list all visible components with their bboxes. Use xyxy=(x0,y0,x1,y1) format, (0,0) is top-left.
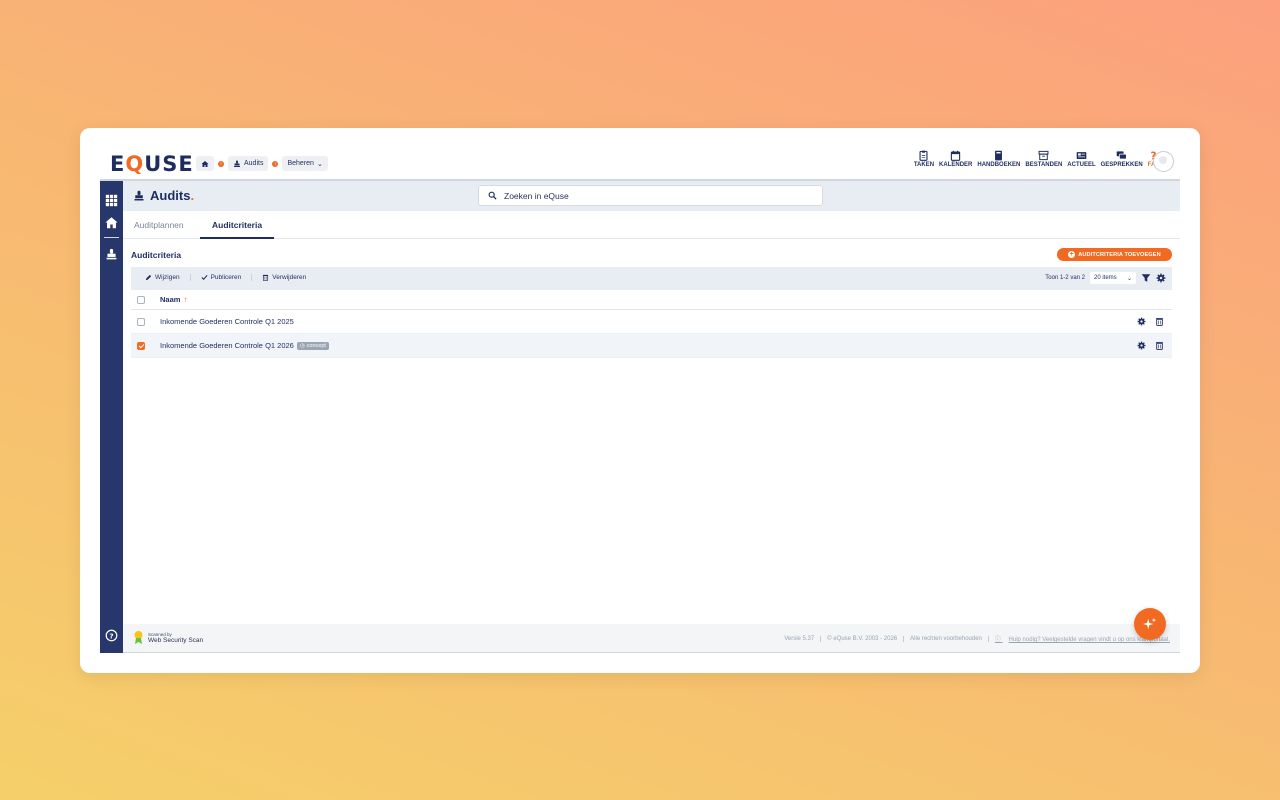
search-icon xyxy=(488,191,497,200)
chevron-down-icon: ⌄ xyxy=(316,160,323,168)
nav-actueel[interactable]: ACTUEEL xyxy=(1067,150,1096,168)
delete-button[interactable]: Verwijderen xyxy=(252,274,316,281)
archive-icon xyxy=(1038,150,1049,161)
home-icon xyxy=(201,160,209,167)
home-icon[interactable] xyxy=(105,216,118,229)
trash-icon xyxy=(263,274,269,281)
column-header-naam[interactable]: Naam ↑ xyxy=(160,295,187,304)
status-badge: ◷ concept xyxy=(296,341,329,350)
search-placeholder: Zoeken in eQuse xyxy=(504,190,569,201)
chevron-right-icon: › xyxy=(272,160,279,167)
equse-logo[interactable]: EQUSE xyxy=(110,152,194,176)
help-circle-icon[interactable]: ? xyxy=(105,629,118,642)
gear-icon[interactable] xyxy=(1137,341,1146,350)
trash-icon[interactable] xyxy=(1155,317,1164,326)
select-all-checkbox[interactable] xyxy=(137,295,145,304)
ai-assistant-button[interactable] xyxy=(1134,608,1166,640)
filter-icon[interactable] xyxy=(1141,273,1151,283)
search-input[interactable]: Zoeken in eQuse xyxy=(478,185,823,206)
newspaper-icon xyxy=(1076,152,1087,159)
gear-icon[interactable] xyxy=(1156,273,1166,283)
auditcriteria-table: Naam ↑ Inkomende Goederen Controle Q1 20… xyxy=(131,290,1172,358)
nav-bestanden[interactable]: BESTANDEN xyxy=(1025,150,1062,168)
stamp-icon[interactable] xyxy=(105,248,118,261)
calendar-icon xyxy=(951,150,961,161)
chevron-down-icon: ⌄ xyxy=(1126,275,1132,282)
gear-icon[interactable] xyxy=(1137,317,1146,326)
rights-text: Alle rechten voorbehouden xyxy=(904,635,989,642)
sidebar-divider xyxy=(104,237,119,238)
breadcrumb-label: Beheren xyxy=(287,160,314,167)
tab-bar: Auditplannen Auditcriteria xyxy=(123,211,1180,239)
row-name[interactable]: Inkomende Goederen Controle Q1 2025 xyxy=(160,317,294,326)
nav-gesprekken[interactable]: GESPREKKEN xyxy=(1101,150,1143,168)
web-security-scan-badge[interactable]: Scanned by Web Security Scan xyxy=(133,630,203,645)
table-row[interactable]: Inkomende Goederen Controle Q1 2026 ◷ con… xyxy=(131,334,1172,358)
breadcrumb-home[interactable] xyxy=(196,156,214,171)
tab-auditcriteria[interactable]: Auditcriteria xyxy=(212,220,262,230)
row-checkbox[interactable] xyxy=(137,341,145,350)
breadcrumb-audits[interactable]: Audits xyxy=(228,156,269,171)
sort-ascending-icon: ↑ xyxy=(183,295,188,304)
page-size-select[interactable]: 20 items ⌄ xyxy=(1090,272,1136,284)
row-checkbox[interactable] xyxy=(137,317,145,326)
svg-text:?: ? xyxy=(109,631,113,640)
plus-circle-icon: + xyxy=(1068,251,1076,258)
top-bar: EQUSE › Audits › Beheren ⌄ TAKEN KALENDE… xyxy=(100,128,1180,181)
clock-icon: ◷ xyxy=(299,342,305,349)
table-header-row: Naam ↑ xyxy=(131,290,1172,310)
check-icon xyxy=(201,274,208,281)
table-toolbar: Wijzigen Publiceren Verwijderen Toon 1-2… xyxy=(131,267,1172,290)
tab-auditplannen[interactable]: Auditplannen xyxy=(134,220,184,230)
breadcrumb-beheren[interactable]: Beheren ⌄ xyxy=(282,156,328,171)
stamp-icon xyxy=(234,160,240,167)
nav-taken[interactable]: TAKEN xyxy=(914,150,934,168)
stamp-icon xyxy=(134,190,144,200)
page-footer: Scanned by Web Security Scan Versie 5.37… xyxy=(123,624,1180,653)
chevron-right-icon: › xyxy=(218,160,224,167)
row-name[interactable]: Inkomende Goederen Controle Q1 2026 ◷ con… xyxy=(160,341,329,350)
pencil-icon xyxy=(145,274,152,281)
app-window: EQUSE › Audits › Beheren ⌄ TAKEN KALENDE… xyxy=(80,128,1200,673)
section-title: Auditcriteria xyxy=(131,250,182,260)
page-title: Audits. xyxy=(133,188,194,203)
publish-button[interactable]: Publiceren xyxy=(191,274,253,281)
user-avatar[interactable] xyxy=(1153,151,1174,172)
breadcrumb: › Audits › Beheren ⌄ xyxy=(196,156,328,171)
edit-button[interactable]: Wijzigen xyxy=(145,274,191,281)
book-icon xyxy=(995,150,1003,161)
result-count: Toon 1-2 van 2 xyxy=(1045,275,1085,281)
sidebar: ? xyxy=(100,181,123,653)
chat-icon xyxy=(1116,151,1127,160)
breadcrumb-label: Audits xyxy=(244,160,264,167)
version-text: Versie 5.37 xyxy=(778,635,822,642)
clipboard-icon xyxy=(919,150,928,161)
pagination: Toon 1-2 van 2 20 items ⌄ xyxy=(1045,272,1166,284)
add-button-label: AUDITCRITERIA TOEVOEGEN xyxy=(1078,251,1161,258)
nav-kalender[interactable]: KALENDER xyxy=(939,150,972,168)
top-navigation: TAKEN KALENDER HANDBOEKEN BESTANDEN ACTU… xyxy=(914,150,1160,168)
trash-icon[interactable] xyxy=(1155,341,1164,350)
add-auditcriteria-button[interactable]: + AUDITCRITERIA TOEVOEGEN xyxy=(1057,248,1172,261)
security-badge-icon xyxy=(134,631,143,644)
sparkles-icon xyxy=(1143,617,1157,630)
table-row[interactable]: Inkomende Goederen Controle Q1 2025 xyxy=(131,310,1172,334)
apps-grid-icon[interactable] xyxy=(105,194,118,207)
copyright-text: © eQuse B.V. 2003 - 2026 xyxy=(821,635,905,642)
active-tab-indicator xyxy=(200,237,274,239)
nav-handboeken[interactable]: HANDBOEKEN xyxy=(977,150,1020,168)
page-header: Audits. Zoeken in eQuse xyxy=(123,181,1180,211)
footer-info: Versie 5.37 © eQuse B.V. 2003 - 2026 All… xyxy=(778,634,1170,643)
